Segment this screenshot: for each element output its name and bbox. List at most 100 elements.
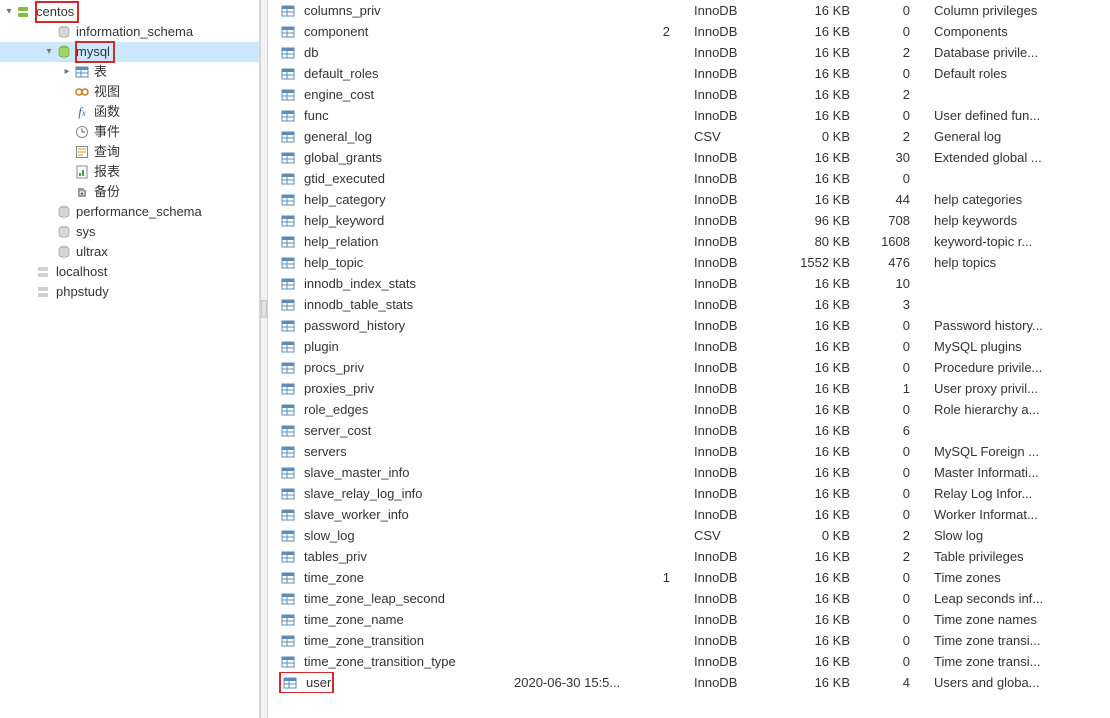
table-name-cell[interactable]: role_edges	[268, 399, 508, 420]
table-row[interactable]: pluginInnoDB16 KB0MySQL plugins	[268, 336, 1110, 357]
table-name-cell[interactable]: component	[268, 21, 508, 42]
tree-node[interactable]: localhost	[0, 262, 259, 282]
table-name-cell[interactable]: slave_master_info	[268, 462, 508, 483]
tree-node[interactable]: fx函数	[0, 102, 259, 122]
tree-node[interactable]: 备份	[0, 182, 259, 202]
table-name-cell[interactable]: slave_relay_log_info	[268, 483, 508, 504]
table-name-cell[interactable]: time_zone_leap_second	[268, 588, 508, 609]
table-name-cell[interactable]: time_zone_transition	[268, 630, 508, 651]
table-row[interactable]: help_topicInnoDB1552 KB476help topics	[268, 252, 1110, 273]
table-name-cell[interactable]: proxies_priv	[268, 378, 508, 399]
table-row[interactable]: slave_relay_log_infoInnoDB16 KB0Relay Lo…	[268, 483, 1110, 504]
table-name-cell[interactable]: columns_priv	[268, 0, 508, 21]
table-name-cell[interactable]: time_zone	[268, 567, 508, 588]
table-row[interactable]: serversInnoDB16 KB0MySQL Foreign ...	[268, 441, 1110, 462]
table-row[interactable]: time_zone_transitionInnoDB16 KB0Time zon…	[268, 630, 1110, 651]
table-name-cell[interactable]: help_category	[268, 189, 508, 210]
table-name-cell[interactable]: slave_worker_info	[268, 504, 508, 525]
table-row[interactable]: funcInnoDB16 KB0User defined fun...	[268, 105, 1110, 126]
table-name-cell[interactable]: password_history	[268, 315, 508, 336]
table-row[interactable]: help_relationInnoDB80 KB1608keyword-topi…	[268, 231, 1110, 252]
table-row[interactable]: slave_worker_infoInnoDB16 KB0Worker Info…	[268, 504, 1110, 525]
collapse-icon[interactable]: ▾	[42, 42, 56, 62]
table-row[interactable]: gtid_executedInnoDB16 KB0	[268, 168, 1110, 189]
query-icon	[74, 144, 90, 160]
table-name-cell[interactable]: default_roles	[268, 63, 508, 84]
table-comment: Database privile...	[928, 42, 1110, 63]
connection-tree[interactable]: ▾ centos information_schema▾mysql▸表视图fx函…	[0, 0, 260, 718]
tree-node-connection[interactable]: ▾ centos	[0, 2, 259, 22]
tree-node[interactable]: 视图	[0, 82, 259, 102]
table-size: 16 KB	[768, 483, 868, 504]
table-row[interactable]: user2020-06-30 15:5...InnoDB16 KB4Users …	[268, 672, 1110, 693]
tree-node[interactable]: ▸表	[0, 62, 259, 82]
tree-node[interactable]: ultrax	[0, 242, 259, 262]
table-row[interactable]: procs_privInnoDB16 KB0Procedure privile.…	[268, 357, 1110, 378]
table-row[interactable]: general_logCSV0 KB2General log	[268, 126, 1110, 147]
table-row[interactable]: role_edgesInnoDB16 KB0Role hierarchy a..…	[268, 399, 1110, 420]
table-row[interactable]: tables_privInnoDB16 KB2Table privileges	[268, 546, 1110, 567]
table-name-cell[interactable]: time_zone_name	[268, 609, 508, 630]
expand-icon[interactable]: ▾	[2, 2, 16, 22]
table-row[interactable]: columns_privInnoDB16 KB0Column privilege…	[268, 0, 1110, 21]
tree-node[interactable]: 报表	[0, 162, 259, 182]
table-name-cell[interactable]: procs_priv	[268, 357, 508, 378]
table-engine: InnoDB	[688, 252, 768, 273]
table-row[interactable]: time_zone_leap_secondInnoDB16 KB0Leap se…	[268, 588, 1110, 609]
table-name-cell[interactable]: global_grants	[268, 147, 508, 168]
table-name-cell[interactable]: help_keyword	[268, 210, 508, 231]
table-row[interactable]: time_zone1InnoDB16 KB0Time zones	[268, 567, 1110, 588]
table-icon	[280, 402, 296, 418]
table-row[interactable]: help_keywordInnoDB96 KB708help keywords	[268, 210, 1110, 231]
table-name-cell[interactable]: general_log	[268, 126, 508, 147]
table-name-cell[interactable]: innodb_table_stats	[268, 294, 508, 315]
table-row[interactable]: server_costInnoDB16 KB6	[268, 420, 1110, 441]
table-row[interactable]: engine_costInnoDB16 KB2	[268, 84, 1110, 105]
table-row[interactable]: dbInnoDB16 KB2Database privile...	[268, 42, 1110, 63]
table-name-cell[interactable]: server_cost	[268, 420, 508, 441]
tree-node[interactable]: performance_schema	[0, 202, 259, 222]
tree-node[interactable]: information_schema	[0, 22, 259, 42]
table-name-cell[interactable]: gtid_executed	[268, 168, 508, 189]
table-name-cell[interactable]: plugin	[268, 336, 508, 357]
table-name-cell[interactable]: db	[268, 42, 508, 63]
table-rows: 2	[868, 42, 928, 63]
table-row[interactable]: help_categoryInnoDB16 KB44help categorie…	[268, 189, 1110, 210]
table-name-cell[interactable]: user	[268, 672, 508, 693]
table-name-cell[interactable]: tables_priv	[268, 546, 508, 567]
table-row[interactable]: global_grantsInnoDB16 KB30Extended globa…	[268, 147, 1110, 168]
table-name-cell[interactable]: help_relation	[268, 231, 508, 252]
table-name-cell[interactable]: engine_cost	[268, 84, 508, 105]
tree-node[interactable]: sys	[0, 222, 259, 242]
table-row[interactable]: time_zone_transition_typeInnoDB16 KB0Tim…	[268, 651, 1110, 672]
table-row[interactable]: proxies_privInnoDB16 KB1User proxy privi…	[268, 378, 1110, 399]
table-engine: InnoDB	[688, 672, 768, 693]
table-name-cell[interactable]: help_topic	[268, 252, 508, 273]
table-name-cell[interactable]: innodb_index_stats	[268, 273, 508, 294]
expand-icon[interactable]: ▸	[60, 62, 74, 82]
tree-node[interactable]: 事件	[0, 122, 259, 142]
table-row[interactable]: slave_master_infoInnoDB16 KB0Master Info…	[268, 462, 1110, 483]
table-name-cell[interactable]: servers	[268, 441, 508, 462]
table-rows: 0	[868, 609, 928, 630]
table-icon	[280, 570, 296, 586]
tree-node[interactable]: 查询	[0, 142, 259, 162]
table-row[interactable]: component2InnoDB16 KB0Components	[268, 21, 1110, 42]
table-name-cell[interactable]: time_zone_transition_type	[268, 651, 508, 672]
splitter[interactable]	[260, 0, 268, 718]
tree-node[interactable]: ▾mysql	[0, 42, 259, 62]
table-name-cell[interactable]: func	[268, 105, 508, 126]
table-rows: 476	[868, 252, 928, 273]
tree-node[interactable]: phpstudy	[0, 282, 259, 302]
table-comment: Leap seconds inf...	[928, 588, 1110, 609]
table-row[interactable]: innodb_table_statsInnoDB16 KB3	[268, 294, 1110, 315]
table-list[interactable]: columns_privInnoDB16 KB0Column privilege…	[268, 0, 1110, 693]
table-row[interactable]: time_zone_nameInnoDB16 KB0Time zone name…	[268, 609, 1110, 630]
table-row[interactable]: default_rolesInnoDB16 KB0Default roles	[268, 63, 1110, 84]
table-icon	[74, 64, 90, 80]
table-icon	[280, 276, 296, 292]
table-name-cell[interactable]: slow_log	[268, 525, 508, 546]
table-row[interactable]: slow_logCSV0 KB2Slow log	[268, 525, 1110, 546]
table-row[interactable]: innodb_index_statsInnoDB16 KB10	[268, 273, 1110, 294]
table-row[interactable]: password_historyInnoDB16 KB0Password his…	[268, 315, 1110, 336]
